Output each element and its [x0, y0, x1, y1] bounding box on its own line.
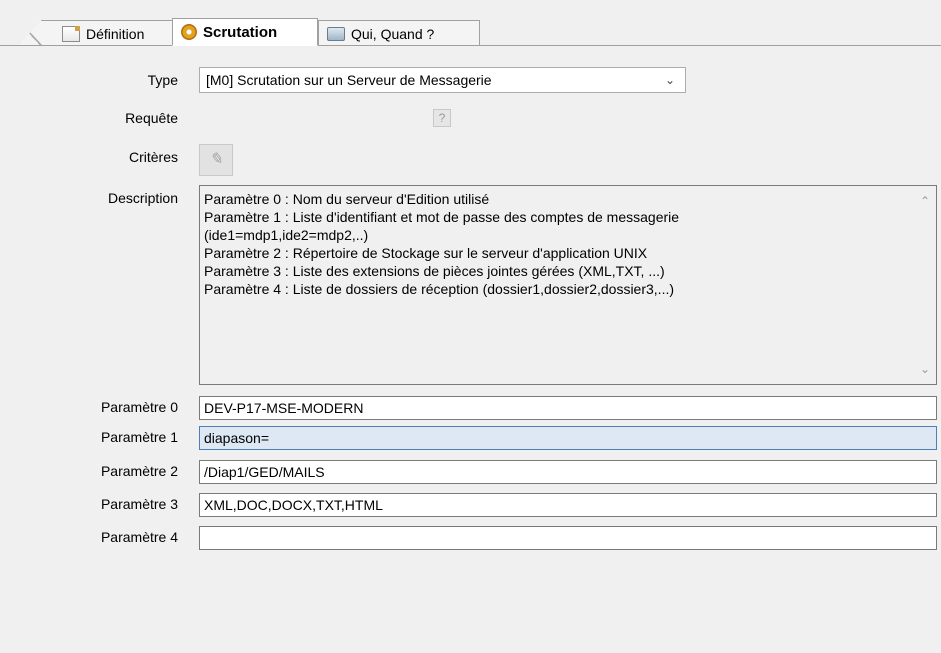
param1-input[interactable]: diapason=	[199, 426, 937, 450]
description-line: Paramètre 2 : Répertoire de Stockage sur…	[204, 245, 648, 261]
requete-label: Requête	[125, 110, 178, 126]
criteres-label: Critères	[128, 149, 178, 165]
param2-input[interactable]: /Diap1/GED/MAILS	[199, 460, 937, 484]
description-line: (ide1=mdp1,ide2=mdp2,..)	[204, 227, 369, 243]
tab-qui-quand-label: Qui, Quand ?	[351, 25, 435, 42]
param0-label: Paramètre 0	[100, 399, 178, 415]
param2-label: Paramètre 2	[100, 463, 178, 479]
requete-help-button[interactable]: ?	[433, 109, 451, 127]
tab-qui-quand[interactable]: Qui, Quand ?	[318, 20, 480, 46]
document-icon	[62, 25, 80, 42]
description-label: Description	[107, 190, 178, 206]
description-box[interactable]: Paramètre 0 : Nom du serveur d'Edition u…	[199, 185, 937, 385]
chevron-down-icon: ⌄	[664, 73, 675, 87]
type-select-value: [M0] Scrutation sur un Serveur de Messag…	[206, 72, 492, 88]
scroll-down-icon[interactable]: ⌄	[920, 360, 930, 378]
scroll-up-icon[interactable]: ⌃	[920, 192, 930, 210]
gear-icon	[181, 24, 197, 40]
tab-strip: Définition Scrutation Qui, Quand ?	[0, 0, 941, 46]
criteria-icon: ✎	[209, 151, 223, 168]
tab-scrutation-label: Scrutation	[203, 23, 278, 41]
tab-scrutation[interactable]: Scrutation	[172, 18, 318, 46]
tab-definition-label: Définition	[86, 25, 145, 42]
type-label: Type	[147, 72, 178, 88]
param0-input[interactable]: DEV-P17-MSE-MODERN	[199, 396, 937, 420]
description-line: Paramètre 0 : Nom du serveur d'Edition u…	[204, 191, 490, 207]
type-select[interactable]: [M0] Scrutation sur un Serveur de Messag…	[199, 67, 686, 93]
description-line: Paramètre 4 : Liste de dossiers de récep…	[204, 281, 675, 297]
criteres-button[interactable]: ✎	[199, 144, 233, 176]
tab-definition[interactable]: Définition	[18, 20, 176, 46]
param3-input[interactable]: XML,DOC,DOCX,TXT,HTML	[199, 493, 937, 517]
param3-label: Paramètre 3	[100, 496, 178, 512]
screen-icon	[327, 26, 345, 41]
param4-label: Paramètre 4	[100, 529, 178, 545]
tab-divider	[0, 45, 941, 46]
param4-input[interactable]	[199, 526, 937, 550]
description-line: Paramètre 3 : Liste des extensions de pi…	[204, 263, 665, 279]
param1-label: Paramètre 1	[100, 429, 178, 445]
description-line: Paramètre 1 : Liste d'identifiant et mot…	[204, 209, 680, 225]
